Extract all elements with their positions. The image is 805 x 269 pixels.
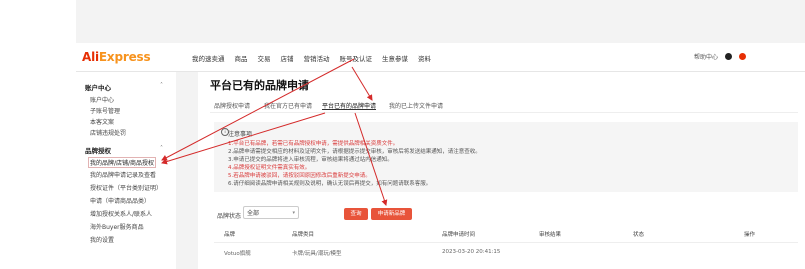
arrow-tab-to-apply [354, 112, 388, 206]
arrow-account-to-sidebar [161, 58, 355, 161]
arrow-nav-to-tab [351, 66, 373, 101]
annotation-arrows [161, 58, 388, 206]
arrow-tab-to-sidebar [161, 112, 326, 165]
